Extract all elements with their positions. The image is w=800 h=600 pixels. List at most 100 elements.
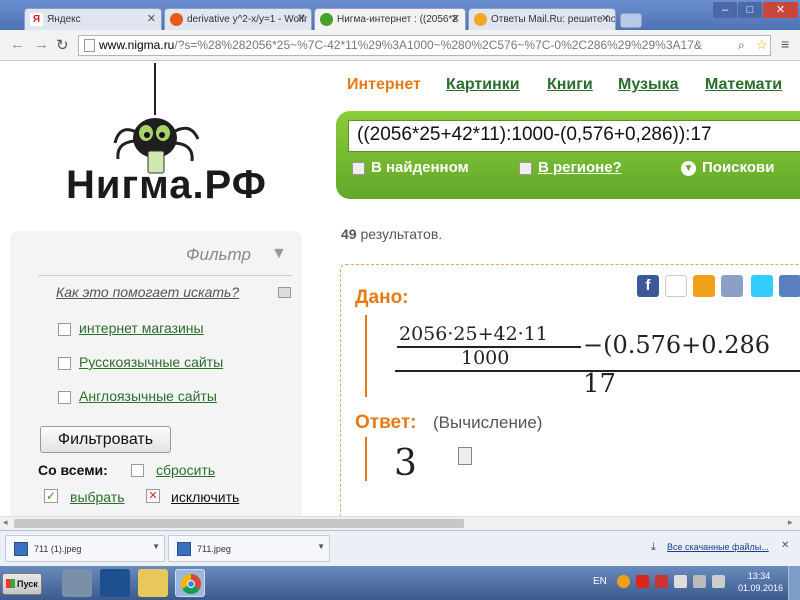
- filter-button[interactable]: Фильтровать: [40, 426, 171, 453]
- checkbox[interactable]: [58, 356, 71, 370]
- cross-icon[interactable]: ✕: [146, 489, 160, 503]
- facebook-icon[interactable]: f: [637, 275, 659, 297]
- reset-link[interactable]: сбросить: [156, 462, 215, 478]
- close-icon[interactable]: ✕: [781, 540, 789, 551]
- filter-item-label: Русскоязычные сайты: [79, 354, 224, 370]
- reload-icon[interactable]: ↻: [56, 36, 69, 54]
- checkbox[interactable]: [519, 161, 532, 175]
- chrome-icon[interactable]: [175, 569, 205, 597]
- filter-item-shops[interactable]: интернет магазины: [58, 320, 204, 336]
- chevron-down-icon[interactable]: ▼: [152, 542, 160, 551]
- start-label: Пуск: [17, 579, 38, 589]
- network-icon[interactable]: [693, 575, 706, 588]
- tray-icon-1[interactable]: [617, 575, 630, 588]
- browser-tab-strip: Я Яндекс ✕ derivative y^2-x/y=1 - Wolfr …: [0, 0, 800, 31]
- language-indicator[interactable]: EN: [593, 576, 607, 587]
- search-input[interactable]: ((2056*25+42*11):1000-(0,576+0,286)):17: [348, 120, 800, 152]
- start-button[interactable]: Пуск: [2, 573, 42, 595]
- tab-label: Нигма-интернет : ((2056*2: [337, 14, 458, 25]
- filter-title: Фильтр: [186, 245, 251, 264]
- maximize-button[interactable]: □: [738, 2, 762, 18]
- exclude-link[interactable]: исключить: [171, 489, 239, 505]
- checkbox[interactable]: [352, 161, 365, 175]
- server-manager-icon[interactable]: [62, 569, 92, 597]
- zoom-icon[interactable]: ⌕: [738, 38, 745, 53]
- given-bar: [365, 315, 367, 397]
- select-link[interactable]: выбрать: [70, 489, 125, 505]
- vk-icon[interactable]: [779, 275, 800, 297]
- show-desktop-button[interactable]: [788, 566, 800, 600]
- filter-sidebar: Фильтр ▼ Как это помогает искать? интерн…: [10, 231, 302, 516]
- tab-mailru[interactable]: Ответы Mail.Ru: решите по ✕: [468, 8, 616, 30]
- address-path: /?s=%28%282056*25~%7C-42*11%29%3A1000~%2…: [174, 38, 702, 52]
- explorer-icon[interactable]: [138, 569, 168, 597]
- expr-subtraction: −(0.576+0.286: [583, 331, 770, 359]
- option-search-engines[interactable]: ▼ Поискови: [681, 159, 774, 176]
- flag-icon[interactable]: [674, 575, 687, 588]
- bookmark-star-icon[interactable]: ☆: [756, 37, 768, 53]
- page-icon: [84, 39, 95, 52]
- volume-icon[interactable]: [712, 575, 725, 588]
- all-checkbox[interactable]: [131, 464, 144, 477]
- nav-books[interactable]: Книги: [547, 76, 593, 94]
- tab-wolfram[interactable]: derivative y^2-x/y=1 - Wolfr ✕: [164, 8, 312, 30]
- option-in-found[interactable]: В найденном: [352, 159, 469, 176]
- answer-label: Ответ:: [355, 412, 417, 433]
- yandex-icon: Я: [30, 13, 43, 26]
- close-icon[interactable]: ✕: [147, 12, 156, 25]
- help-link[interactable]: Как это помогает искать?: [56, 284, 239, 300]
- image-file-icon: [14, 542, 28, 556]
- close-icon[interactable]: ✕: [451, 12, 460, 25]
- address-bar[interactable]: www.nigma.ru/?s=%28%282056*25~%7C-42*11%…: [78, 35, 771, 56]
- info-icon[interactable]: [278, 287, 291, 298]
- nav-music[interactable]: Музыка: [618, 76, 679, 94]
- expr-divisor: 17: [583, 369, 617, 399]
- search-panel: ((2056*25+42*11):1000-(0,576+0,286)):17 …: [336, 111, 800, 199]
- share-icon[interactable]: [665, 275, 687, 297]
- twitter-icon[interactable]: [751, 275, 773, 297]
- scroll-right-icon[interactable]: ▸: [788, 517, 793, 528]
- nigma-logo[interactable]: Нигма.РФ: [60, 63, 270, 213]
- horizontal-scrollbar[interactable]: ◂ ▸: [0, 516, 800, 530]
- close-icon[interactable]: ✕: [297, 12, 306, 25]
- scroll-thumb[interactable]: [14, 519, 464, 528]
- minimize-button[interactable]: –: [713, 2, 737, 18]
- filter-item-russian[interactable]: Русскоязычные сайты: [58, 354, 223, 370]
- people-icon[interactable]: [693, 275, 715, 297]
- filter-item-english[interactable]: Англоязычные сайты: [58, 388, 217, 404]
- window-close-button[interactable]: ✕: [763, 2, 798, 18]
- close-icon[interactable]: ✕: [601, 12, 610, 25]
- nav-math[interactable]: Математи: [705, 76, 782, 94]
- option-region[interactable]: В регионе?: [519, 159, 622, 176]
- edit-icon[interactable]: [721, 275, 743, 297]
- nav-internet[interactable]: Интернет: [347, 76, 421, 94]
- checkbox[interactable]: [58, 390, 71, 404]
- clock[interactable]: 13:34 01.09.2016: [738, 571, 784, 593]
- check-icon[interactable]: ✓: [44, 489, 58, 503]
- back-arrow-icon[interactable]: ←: [10, 36, 25, 53]
- expr-denominator: 1000: [461, 347, 510, 369]
- mailru-icon: [474, 13, 487, 26]
- all-downloads-link[interactable]: Все скачанные файлы...: [667, 542, 769, 552]
- forward-arrow-icon[interactable]: →: [34, 36, 49, 53]
- powershell-icon[interactable]: [100, 569, 130, 597]
- download-item[interactable]: 711 (1).jpeg ▼: [5, 535, 165, 562]
- copy-icon[interactable]: [458, 447, 472, 465]
- nav-pictures[interactable]: Картинки: [446, 76, 520, 94]
- download-arrow-icon: ⤓: [651, 541, 656, 553]
- chevron-down-icon[interactable]: ▼: [317, 542, 325, 551]
- tab-yandex[interactable]: Я Яндекс ✕: [24, 8, 162, 30]
- download-item[interactable]: 711.jpeg ▼: [168, 535, 330, 562]
- menu-icon[interactable]: ≡: [781, 36, 789, 52]
- all-label: Со всеми:: [38, 462, 108, 478]
- scroll-left-icon[interactable]: ◂: [3, 517, 8, 528]
- wolfram-icon: [170, 13, 183, 26]
- checkbox[interactable]: [58, 322, 71, 336]
- windows-logo-icon: [6, 579, 15, 588]
- browser-toolbar: ← → ↻ www.nigma.ru/?s=%28%282056*25~%7C-…: [0, 30, 800, 61]
- tray-icon-2[interactable]: [636, 575, 649, 588]
- new-tab-button[interactable]: [620, 13, 642, 28]
- ati-icon[interactable]: [655, 575, 668, 588]
- clock-date: 01.09.2016: [738, 583, 784, 593]
- tab-nigma[interactable]: Нигма-интернет : ((2056*2 ✕: [314, 8, 466, 31]
